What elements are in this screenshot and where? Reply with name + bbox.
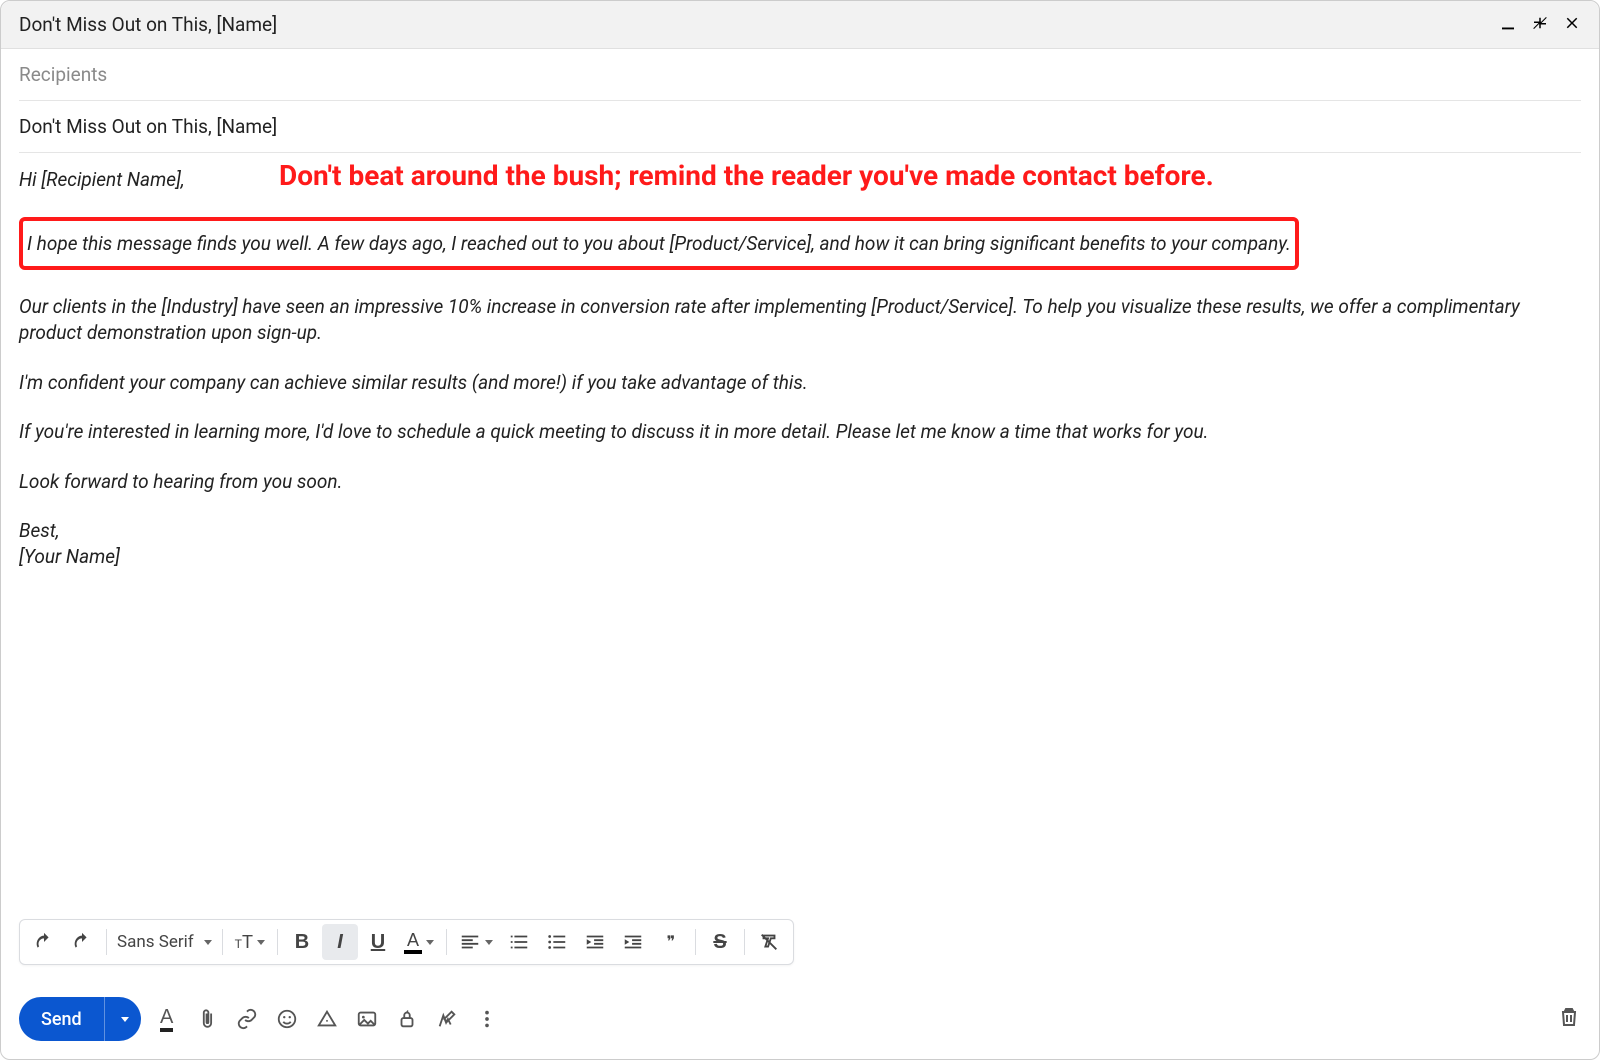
link-icon[interactable] [235,1007,259,1031]
subject-field[interactable]: Don't Miss Out on This, [Name] [19,101,1581,153]
close-icon[interactable] [1563,14,1581,36]
attach-icon[interactable] [195,1007,219,1031]
more-options-icon[interactable] [475,1007,499,1031]
redo-button[interactable] [64,924,100,960]
font-label: Sans Serif [117,932,194,952]
body-signature: [Your Name] [19,544,1581,570]
window-controls [1499,14,1581,36]
formatting-toolbar: Sans Serif TT B I U A [19,919,794,965]
body-signoff: Best, [19,518,1581,544]
discard-draft-icon[interactable] [1557,1005,1581,1033]
align-button[interactable] [453,924,499,960]
body-p2: Our clients in the [Industry] have seen … [19,294,1581,345]
body-p5: Look forward to hearing from you soon. [19,469,1581,495]
chevron-down-icon [426,940,434,945]
collapse-icon[interactable] [1531,14,1549,36]
undo-button[interactable] [26,924,62,960]
chevron-down-icon [121,1017,129,1022]
annotation-highlight-box: I hope this message finds you well. A fe… [19,217,1299,271]
italic-button[interactable]: I [322,924,358,960]
send-options-button[interactable] [104,997,141,1041]
chevron-down-icon [204,940,212,945]
send-label[interactable]: Send [19,997,104,1041]
compose-bottom-bar: Send A [19,997,1581,1041]
annotation-text: Don't beat around the bush; remind the r… [279,159,1214,192]
compose-titlebar: Don't Miss Out on This, [Name] [1,1,1599,49]
chevron-down-icon [257,940,265,945]
emoji-icon[interactable] [275,1007,299,1031]
body-p4: If you're interested in learning more, I… [19,419,1581,445]
signature-icon[interactable] [435,1007,459,1031]
body-p3: I'm confident your company can achieve s… [19,370,1581,396]
bulleted-list-button[interactable] [539,924,575,960]
compose-title: Don't Miss Out on This, [Name] [19,13,277,36]
indent-less-button[interactable] [577,924,613,960]
bold-button[interactable]: B [284,924,320,960]
confidential-icon[interactable] [395,1007,419,1031]
indent-more-button[interactable] [615,924,651,960]
quote-button[interactable]: ❞ [653,924,689,960]
remove-formatting-button[interactable] [751,924,787,960]
image-icon[interactable] [355,1007,379,1031]
font-selector[interactable]: Sans Serif [113,924,216,960]
text-size-button[interactable]: TT [229,924,271,960]
strikethrough-button[interactable]: S [702,924,738,960]
text-color-button[interactable]: A [398,924,440,960]
underline-button[interactable]: U [360,924,396,960]
drive-icon[interactable] [315,1007,339,1031]
recipients-field[interactable]: Recipients [19,49,1581,101]
send-button[interactable]: Send [19,997,141,1041]
numbered-list-button[interactable] [501,924,537,960]
email-body-area[interactable]: Don't beat around the bush; remind the r… [19,153,1581,608]
body-highlighted: I hope this message finds you well. A fe… [27,231,1291,257]
chevron-down-icon [485,940,493,945]
minimize-icon[interactable] [1499,14,1517,36]
text-format-icon[interactable]: A [155,1007,179,1031]
